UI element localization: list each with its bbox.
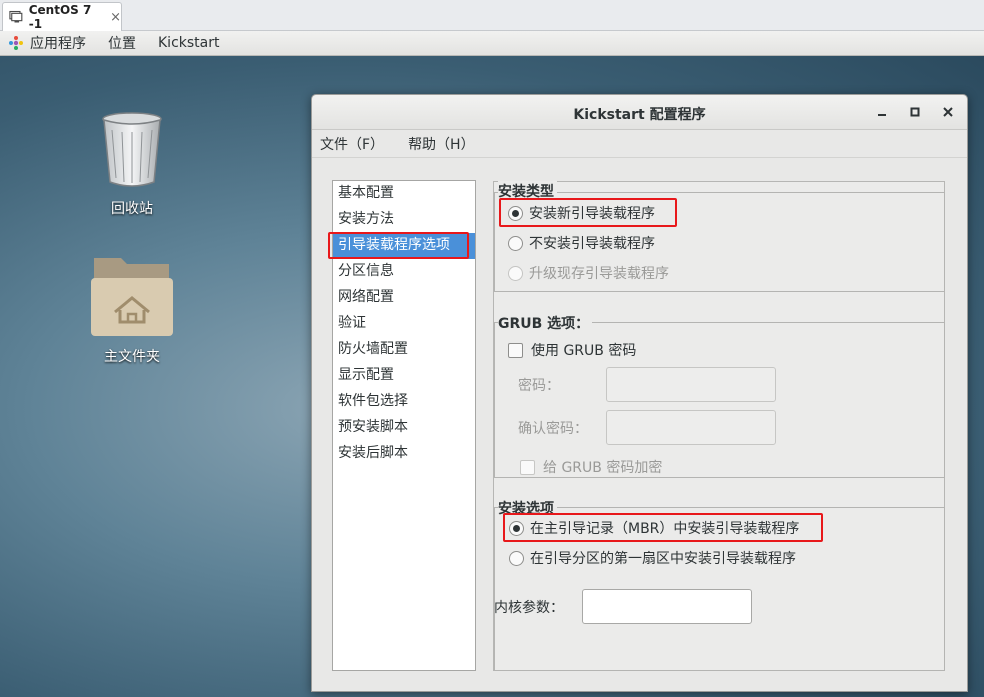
maximize-icon [910, 107, 920, 117]
nav-item-packages[interactable]: 软件包选择 [333, 389, 475, 415]
use-grub-password-box [508, 342, 523, 358]
radio-no-bootloader-label: 不安装引导装载程序 [529, 236, 655, 252]
close-button[interactable] [940, 103, 956, 121]
highlight-nav-bootloader [328, 232, 469, 259]
window-titlebar[interactable]: Kickstart 配置程序 [312, 95, 967, 130]
menubar: 文件（F） 帮助（H） [312, 130, 967, 158]
nav-item-display[interactable]: 显示配置 [333, 363, 475, 389]
close-icon [943, 107, 953, 117]
nav-item-pre-script[interactable]: 预安装脚本 [333, 415, 475, 441]
desktop-home-folder[interactable]: 主文件夹 [77, 252, 187, 366]
radio-install-boot-partition-indicator [509, 550, 524, 566]
grub-confirm-password-input[interactable] [606, 410, 776, 445]
nav-item-partition[interactable]: 分区信息 [333, 259, 475, 285]
highlight-install-mbr [503, 513, 823, 542]
places-menu[interactable]: 位置 [108, 33, 136, 53]
menu-file[interactable]: 文件（F） [320, 134, 384, 154]
use-grub-password-label: 使用 GRUB 密码 [531, 343, 637, 359]
kernel-params-input[interactable] [582, 589, 752, 624]
nav-item-install-method[interactable]: 安装方法 [333, 207, 475, 233]
applications-icon [9, 36, 23, 50]
places-label: 位置 [108, 36, 136, 52]
bootloader-options-panel: 安装类型 安装新引导装载程序 不安装引导装载程序 升级现存引导装载程序 GRUB… [493, 181, 945, 671]
grub-options-title: GRUB 选项： [498, 313, 593, 333]
vm-tab-bar: CentOS 7 -1 × [0, 0, 984, 31]
radio-no-bootloader-indicator [508, 235, 523, 251]
radio-upgrade-bootloader-label: 升级现存引导装载程序 [529, 266, 669, 282]
nav-item-post-script[interactable]: 安装后脚本 [333, 441, 475, 467]
home-folder-icon [91, 258, 173, 336]
window-title: Kickstart 配置程序 [573, 107, 706, 123]
applications-label: 应用程序 [30, 36, 86, 52]
vm-tab-close-icon[interactable]: × [110, 10, 121, 25]
kickstart-window: Kickstart 配置程序 文件（F） 帮助（H） 基本配置 安装方法 引导装… [311, 94, 968, 692]
applications-menu[interactable]: 应用程序 [8, 33, 86, 53]
kickstart-app-label: Kickstart [158, 35, 220, 51]
vm-monitor-icon [9, 10, 23, 23]
top-panel: 应用程序 位置 Kickstart [0, 31, 984, 56]
desktop-trash[interactable]: 回收站 [77, 110, 187, 218]
encrypt-grub-password-label: 给 GRUB 密码加密 [543, 460, 663, 476]
menu-help[interactable]: 帮助（H） [408, 134, 475, 154]
radio-upgrade-bootloader-indicator [508, 265, 523, 281]
grub-password-input[interactable] [606, 367, 776, 402]
kernel-params-label: 内核参数： [494, 600, 564, 616]
radio-install-boot-partition[interactable]: 在引导分区的第一扇区中安装引导装载程序 [509, 548, 796, 568]
nav-item-basic[interactable]: 基本配置 [333, 181, 475, 207]
nav-item-auth[interactable]: 验证 [333, 311, 475, 337]
grub-password-label: 密码： [518, 378, 560, 394]
vm-tab-title: CentOS 7 -1 [28, 3, 92, 31]
trash-label: 回收站 [111, 201, 153, 217]
radio-install-boot-partition-label: 在引导分区的第一扇区中安装引导装载程序 [530, 551, 796, 567]
use-grub-password-checkbox[interactable]: 使用 GRUB 密码 [508, 340, 636, 360]
home-folder-label: 主文件夹 [104, 349, 160, 365]
vm-tab[interactable]: CentOS 7 -1 × [2, 2, 122, 31]
kickstart-app-menu[interactable]: Kickstart [158, 35, 219, 51]
grub-confirm-password-label: 确认密码： [518, 421, 588, 437]
radio-no-bootloader[interactable]: 不安装引导装载程序 [508, 233, 655, 253]
nav-item-network[interactable]: 网络配置 [333, 285, 475, 311]
trash-icon [102, 112, 162, 187]
maximize-button[interactable] [907, 103, 923, 121]
encrypt-grub-password-box [520, 459, 535, 475]
minimize-button[interactable] [874, 103, 890, 121]
nav-item-firewall[interactable]: 防火墙配置 [333, 337, 475, 363]
minimize-icon [878, 114, 886, 116]
radio-upgrade-bootloader: 升级现存引导装载程序 [508, 263, 669, 283]
encrypt-grub-password-checkbox: 给 GRUB 密码加密 [520, 457, 662, 477]
highlight-install-new [499, 198, 677, 227]
